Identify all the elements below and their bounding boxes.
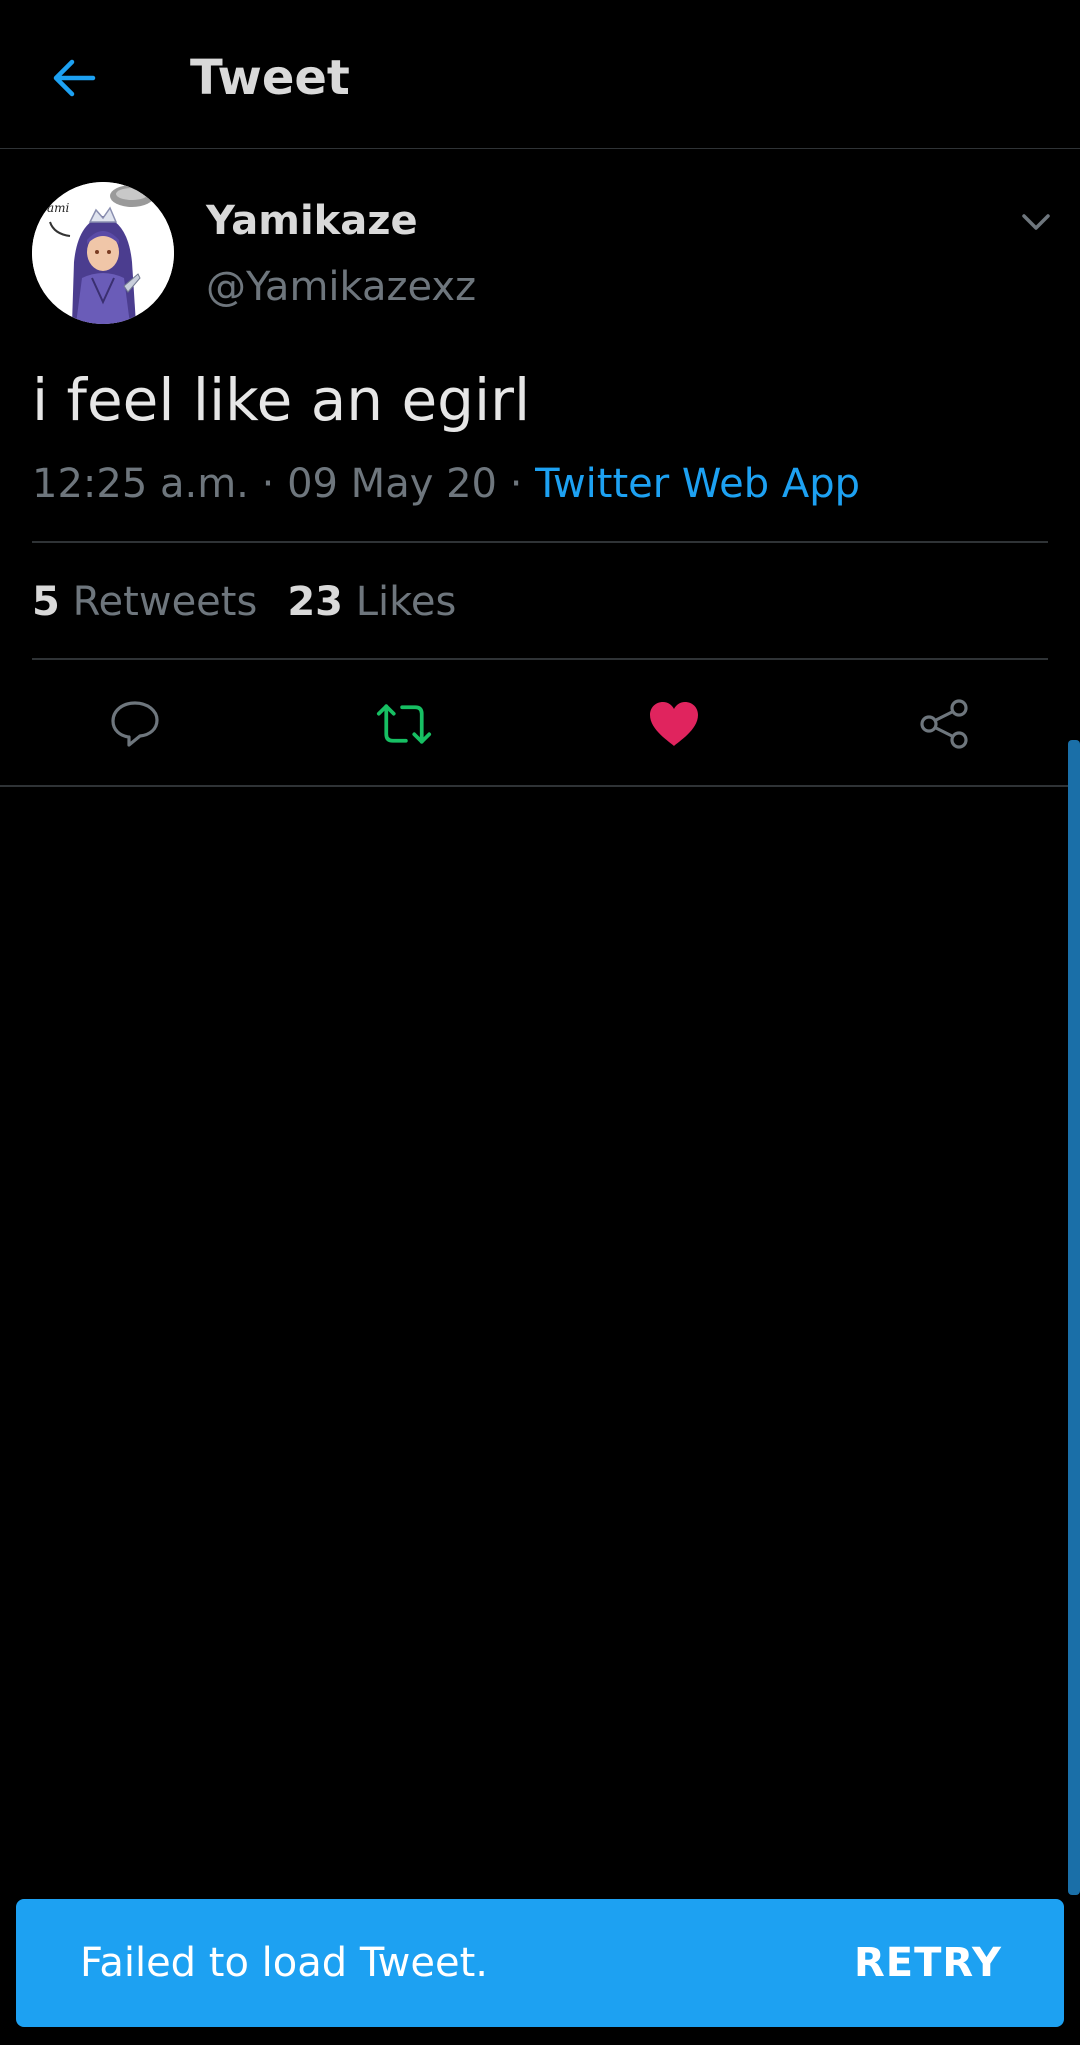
likes-label: Likes — [355, 579, 457, 625]
likes-count: 23 — [287, 579, 343, 625]
avatar-illustration: Yami — [32, 182, 174, 324]
tweet-detail-screen: Tweet Yami Yamikaze @Yamikazexz i feel l… — [0, 0, 1080, 2045]
divider — [32, 658, 1048, 660]
retweet-icon — [376, 704, 432, 744]
error-snackbar: Failed to load Tweet. RETRY — [16, 1899, 1064, 2027]
top-app-bar: Tweet — [0, 0, 1080, 149]
tweet-time: 12:25 a.m. — [32, 461, 249, 507]
retweet-button[interactable] — [376, 696, 432, 752]
meta-separator: · — [509, 461, 523, 507]
retweets-count: 5 — [32, 579, 60, 625]
tweet-meta: 12:25 a.m. · 09 May 20 · Twitter Web App — [32, 458, 860, 510]
page-title: Tweet — [190, 50, 350, 106]
back-button[interactable] — [40, 45, 106, 111]
tweet-text: i feel like an egirl — [32, 366, 531, 434]
author-name[interactable]: Yamikaze — [206, 196, 418, 246]
retry-button[interactable]: RETRY — [854, 1935, 1002, 1991]
share-icon — [920, 699, 968, 749]
chevron-down-icon — [1022, 214, 1050, 230]
meta-separator: · — [261, 461, 275, 507]
tweet-options-button[interactable] — [1014, 202, 1058, 242]
share-button[interactable] — [916, 696, 972, 752]
likes-stat[interactable]: 23 Likes — [287, 579, 456, 625]
scrollbar[interactable] — [1068, 740, 1080, 1895]
avatar[interactable]: Yami — [32, 182, 174, 324]
retweets-label: Retweets — [72, 579, 258, 625]
heart-icon — [650, 702, 698, 746]
reply-icon — [111, 701, 159, 747]
avatar-caption: Yami — [40, 201, 70, 215]
tweet-stats: 5 Retweets 23 Likes — [32, 576, 456, 628]
snackbar-message: Failed to load Tweet. — [80, 1940, 489, 1986]
reply-button[interactable] — [107, 696, 163, 752]
arrow-left-icon — [53, 59, 96, 97]
like-button[interactable] — [646, 696, 702, 752]
tweet-source-link[interactable]: Twitter Web App — [535, 461, 860, 507]
tweet-date: 09 May 20 — [287, 461, 497, 507]
author-handle[interactable]: @Yamikazexz — [206, 262, 476, 312]
retweets-stat[interactable]: 5 Retweets — [32, 579, 257, 625]
divider — [0, 785, 1080, 787]
divider — [32, 541, 1048, 543]
